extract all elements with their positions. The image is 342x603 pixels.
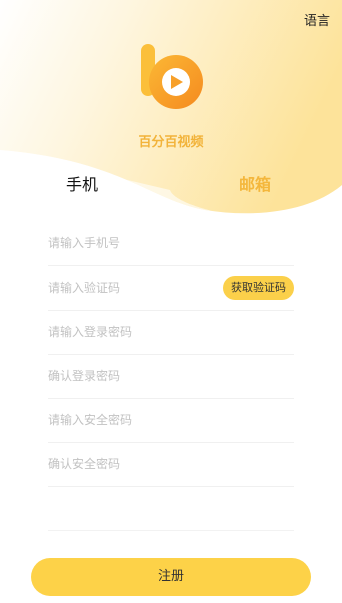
phone-field xyxy=(48,221,294,266)
header-background xyxy=(0,0,342,214)
tab-email[interactable]: 邮箱 xyxy=(239,171,271,195)
confirm-login-password-field xyxy=(48,354,294,399)
confirm-safe-password-input[interactable] xyxy=(48,442,208,486)
confirm-safe-password-field xyxy=(48,442,294,487)
divider xyxy=(48,530,294,531)
app-name: 百分百视频 xyxy=(138,135,204,150)
safe-password-input[interactable] xyxy=(48,398,208,442)
code-field: 获取验证码 xyxy=(48,266,294,311)
language-button[interactable]: 语言 xyxy=(304,10,330,29)
app-logo-icon xyxy=(141,44,203,109)
login-password-input[interactable] xyxy=(48,310,208,354)
register-button[interactable]: 注册 xyxy=(31,558,311,596)
safe-password-field xyxy=(48,398,294,443)
phone-input[interactable] xyxy=(48,221,208,265)
confirm-login-password-input[interactable] xyxy=(48,354,208,398)
login-password-field xyxy=(48,310,294,355)
get-code-button[interactable]: 获取验证码 xyxy=(223,276,294,300)
code-input[interactable] xyxy=(48,266,208,310)
tab-phone[interactable]: 手机 xyxy=(66,171,98,195)
